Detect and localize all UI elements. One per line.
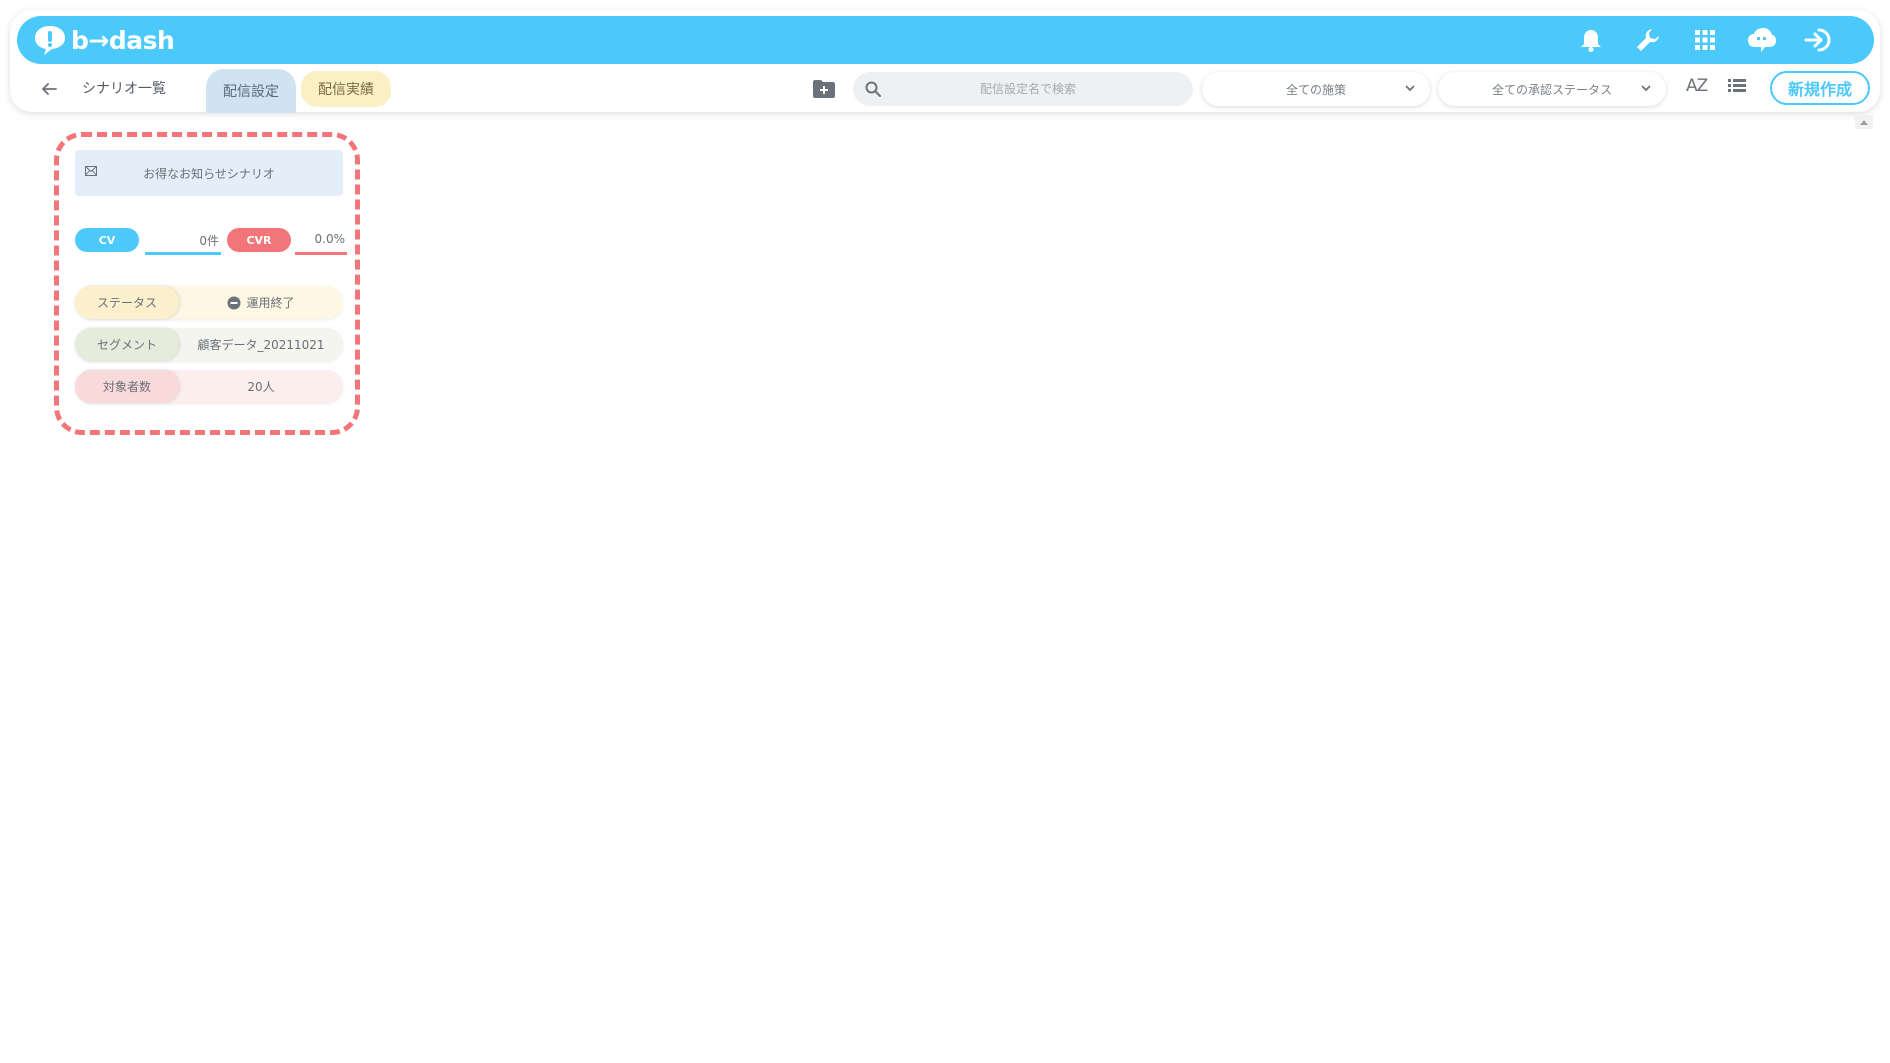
search-input[interactable] [893,82,1163,96]
bell-icon[interactable] [1576,25,1606,55]
campaign-filter-value: 全ての施策 [1285,82,1346,97]
cvr-value: 0.0% [314,232,346,246]
new-create-button[interactable]: 新規作成 [1770,71,1870,105]
logo-text: b→dash [71,25,175,55]
campaign-filter-select[interactable]: 全ての施策 [1202,72,1430,106]
cv-underline [145,252,221,255]
cv-value: 0件 [199,234,219,248]
cvr-badge: CVR [227,228,291,252]
chevron-down-icon [1641,85,1651,92]
target-count-value: 20人 [247,380,275,394]
scenario-card[interactable]: お得なお知らせシナリオ CV 0件 CVR 0.0% ステータス 運用終了 セグ… [73,150,347,408]
target-count-label: 対象者数 [75,370,179,403]
status-row: ステータス 運用終了 [75,286,343,319]
segment-row: セグメント 顧客データ_20211021 [75,328,343,361]
card-title-bar[interactable]: お得なお知らせシナリオ [75,150,343,196]
status-label: ステータス [75,286,179,319]
mail-icon [85,166,97,176]
list-view-icon[interactable] [1728,77,1750,99]
sort-az-button[interactable]: AZ [1686,76,1708,96]
folder-add-icon[interactable] [810,75,838,103]
segment-label: セグメント [75,328,179,361]
top-bar: b→dash [17,16,1874,64]
minus-circle-icon [227,296,241,309]
scroll-up-arrow[interactable] [1855,115,1873,129]
segment-value: 顧客データ_20211021 [197,338,325,352]
chevron-down-icon [1405,85,1415,92]
cv-badge: CV [75,228,139,252]
target-count-row: 対象者数 20人 [75,370,343,403]
apps-grid-icon[interactable] [1690,25,1720,55]
status-value-wrap: 運用終了 [179,294,343,311]
tab-delivery-results[interactable]: 配信実績 [301,71,391,107]
approval-status-filter-select[interactable]: 全ての承認ステータス [1438,72,1666,106]
cvr-underline [295,252,347,255]
wrench-icon[interactable] [1633,25,1663,55]
logo-bubble-icon [35,26,65,55]
logout-icon[interactable] [1804,25,1834,55]
scenario-name: お得なお知らせシナリオ [143,166,275,181]
arrow-left-icon[interactable] [36,76,62,102]
breadcrumb-scenario-list[interactable]: シナリオ一覧 [82,78,166,98]
logo[interactable]: b→dash [33,22,175,58]
status-value: 運用終了 [246,296,295,310]
cloud-chat-icon[interactable] [1747,25,1777,55]
approval-filter-value: 全ての承認ステータス [1491,82,1612,97]
tab-delivery-settings[interactable]: 配信設定 [206,69,296,113]
search-field [853,72,1193,106]
search-icon [853,81,893,97]
sub-toolbar: シナリオ一覧 配信設定 配信実績 全ての施策 全ての承認ステータス AZ 新規作… [10,66,1880,113]
